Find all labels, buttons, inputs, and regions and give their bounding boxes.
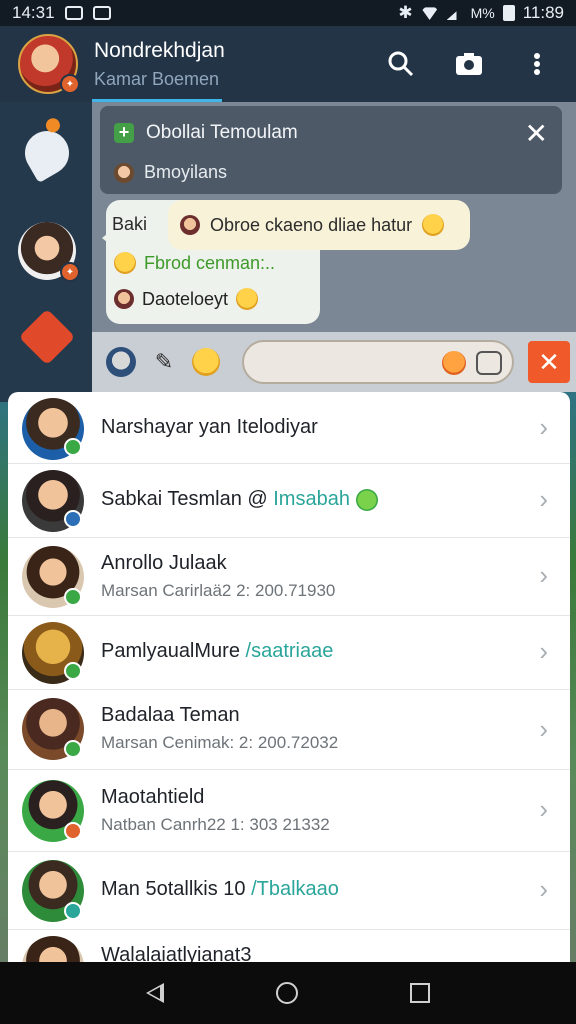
chat-line-1: Baki	[112, 214, 148, 234]
list-item[interactable]: Walalaiatlyianat3	[8, 930, 570, 962]
status-icon	[64, 822, 82, 840]
chevron-right-icon: ›	[539, 794, 548, 824]
contact-name: Anrollo Julaak	[101, 552, 227, 574]
contact-name: PamlyaualMure	[101, 640, 240, 662]
status-icon	[64, 740, 82, 758]
left-rail: ✦	[0, 102, 92, 402]
chat-bubble-quoted: Obroe ckaeno dliae hatur	[168, 200, 470, 250]
status-icon	[64, 510, 82, 528]
contact-badge-icon: ✦	[60, 262, 80, 282]
chat-area: + Obollai Temoulam Bmoyilans ✕ Baki Obro…	[92, 102, 576, 332]
contact-name: Narshayar yan Itelodiyar	[101, 416, 318, 438]
pinned-subtitle: Bmoyilans	[144, 162, 228, 182]
chevron-right-icon: ›	[539, 560, 548, 590]
home-icon[interactable]	[276, 982, 298, 1004]
system-nav-bar	[0, 962, 576, 1024]
pinned-message[interactable]: + Obollai Temoulam Bmoyilans ✕	[100, 106, 562, 194]
list-item[interactable]: Sabkai Tesmlan @ Imsabah ›	[8, 464, 570, 538]
emoji-icon	[114, 252, 136, 274]
rail-item-tags[interactable]	[16, 306, 78, 368]
wifi-icon	[420, 7, 439, 20]
contact-avatar	[22, 936, 84, 962]
chat-line-3-row: Daoteloeyt	[114, 288, 259, 310]
list-item[interactable]: Badalaa Teman Marsan Cenimak: 2: 200.720…	[8, 690, 570, 770]
contact-list-panel: Narshayar yan Itelodiyar › Sabkai Tesmla…	[8, 392, 570, 962]
contact-name: Badalaa Teman	[101, 704, 240, 726]
contact-name: Sabkai Tesmlan @	[101, 488, 268, 510]
app-header: ✦ Nondrekhdjan Kamar Boemen	[0, 26, 576, 102]
sender-avatar	[180, 215, 200, 235]
signal-icon	[446, 6, 463, 20]
header-subtitle: Kamar Boemen	[94, 68, 220, 89]
contact-handle: /Tbalkaao	[251, 878, 339, 900]
notification-icon-2	[92, 6, 111, 20]
recent-apps-icon[interactable]	[410, 983, 430, 1003]
pinned-title: Obollai Temoulam	[146, 122, 298, 143]
close-composer-button[interactable]: ✕	[528, 341, 570, 383]
camera-icon[interactable]	[454, 49, 484, 79]
quoted-text: Obroe ckaeno dliae hatur	[210, 214, 413, 235]
camera-attach-icon[interactable]	[476, 351, 502, 375]
chevron-right-icon: ›	[539, 636, 548, 666]
contact-name: Maotahtield	[101, 786, 205, 808]
list-item[interactable]: Narshayar yan Itelodiyar ›	[8, 392, 570, 464]
status-icon	[64, 662, 82, 680]
notification-icon	[64, 6, 83, 20]
chevron-right-icon: ›	[539, 874, 548, 904]
more-options-icon[interactable]	[522, 49, 552, 79]
status-time-left: 14:31	[12, 3, 55, 22]
contact-avatar: ✦	[18, 222, 80, 282]
emoji-picker-icon[interactable]	[192, 348, 220, 376]
list-item[interactable]: Man 5otallkis 10 /Tbalkaao ›	[8, 852, 570, 930]
user-avatar[interactable]	[106, 347, 136, 377]
contact-name: Man 5otallkis 10	[101, 878, 246, 900]
contact-handle: /saatriaae	[245, 640, 334, 662]
battery-text: M%	[470, 5, 495, 21]
tag-icon	[18, 308, 76, 366]
profile-badge-icon: ✦	[60, 74, 80, 94]
back-icon[interactable]	[146, 983, 164, 1003]
status-time-right: 11:89	[522, 3, 564, 22]
status-bar: 14:31 ✱ M% 11:89	[0, 0, 576, 26]
plus-icon: +	[114, 123, 134, 143]
message-composer: ✎ ✕	[92, 332, 576, 392]
chat-line-2-row: Fbrod cenman:..	[114, 252, 275, 274]
chat-line-2: Fbrod cenman:..	[144, 252, 276, 273]
list-item[interactable]: PamlyaualMure /saatriaae ›	[8, 616, 570, 690]
chevron-right-icon: ›	[539, 412, 548, 442]
rocket-icon	[16, 122, 78, 184]
chevron-right-icon: ›	[539, 484, 548, 514]
contact-subtitle: Natban Canrh22 1: 303 21332	[101, 815, 330, 834]
pinned-avatar	[114, 162, 134, 183]
status-icon	[64, 438, 82, 456]
smile-emoji-icon	[236, 288, 259, 310]
contact-handle: Imsabah	[273, 488, 350, 510]
reaction-icon	[355, 488, 378, 511]
bluetooth-icon: ✱	[398, 3, 413, 22]
chat-line-3: Daoteloeyt	[142, 288, 229, 309]
header-titles: Nondrekhdjan Kamar Boemen	[94, 39, 225, 90]
profile-avatar[interactable]: ✦	[18, 34, 80, 94]
search-icon[interactable]	[386, 49, 416, 79]
message-input[interactable]	[242, 340, 514, 384]
emoji-icon	[422, 214, 445, 236]
list-item[interactable]: Anrollo Julaak Marsan Carirlaä2 2: 200.7…	[8, 538, 570, 616]
contact-subtitle: Marsan Cenimak: 2: 200.72032	[101, 733, 339, 752]
emoji-button-icon[interactable]	[442, 351, 466, 375]
header-title: Nondrekhdjan	[94, 38, 225, 62]
rail-item-explore[interactable]	[16, 122, 78, 184]
close-icon[interactable]: ✕	[525, 120, 548, 148]
contact-name: Walalaiatlyianat3	[101, 944, 252, 962]
sender-avatar	[114, 289, 134, 309]
sticker-icon[interactable]: ✎	[150, 348, 178, 376]
status-icon	[64, 588, 82, 606]
rail-item-contact[interactable]: ✦	[16, 220, 80, 282]
battery-icon	[502, 5, 515, 21]
chevron-right-icon: ›	[539, 714, 548, 744]
contact-subtitle: Marsan Carirlaä2 2: 200.71930	[101, 581, 336, 600]
status-icon	[64, 902, 82, 920]
list-item[interactable]: Maotahtield Natban Canrh22 1: 303 21332 …	[8, 770, 570, 852]
